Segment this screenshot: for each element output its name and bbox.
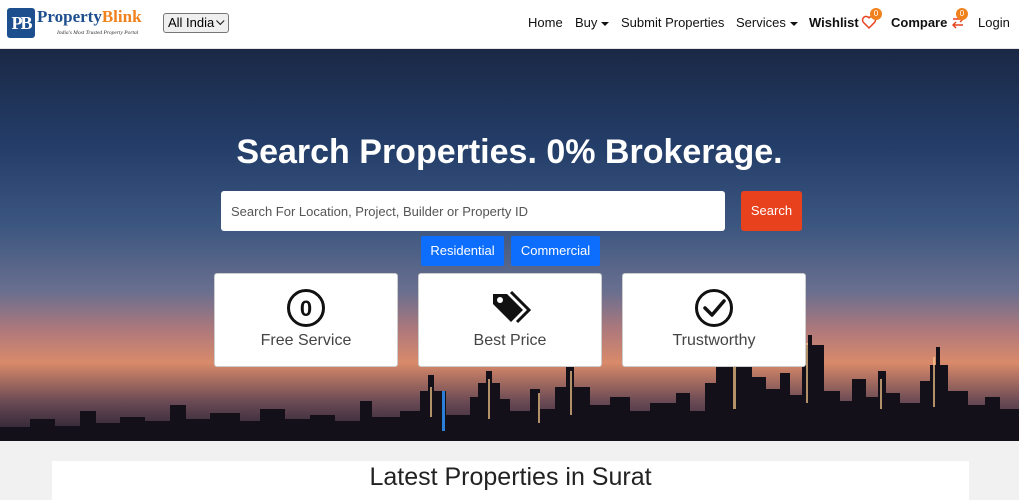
zero-icon-text: 0 [300,296,312,321]
nav-compare[interactable]: Compare [891,0,947,49]
feature-card-trustworthy: Trustworthy [622,273,806,367]
feature-card-best-price: Best Price [418,273,602,367]
price-tag-icon [493,290,531,324]
logo-mark: PB [7,8,35,38]
nav-submit-properties[interactable]: Submit Properties [621,0,724,49]
residential-button[interactable]: Residential [421,236,504,266]
commercial-button[interactable]: Commercial [511,236,600,266]
feature-card-free-service: 0 Free Service [214,273,398,367]
nav-wishlist[interactable]: Wishlist [809,0,859,49]
hero-title: Search Properties. 0% Brokerage. [236,133,783,171]
nav-home[interactable]: Home [528,0,563,49]
compare-count-badge: 0 [956,8,968,20]
nav-services-label: Services [736,15,786,30]
section-title: Latest Properties in Surat [369,463,652,491]
top-navbar: PB PropertyBlink India's Most Trusted Pr… [0,0,1019,49]
check-circle-icon [695,289,733,327]
brand-logo[interactable]: PB PropertyBlink India's Most Trusted Pr… [7,6,152,42]
nav-buy-label: Buy [575,15,598,30]
nav-buy[interactable]: Buy [575,0,610,49]
caret-down-icon [789,21,798,26]
latest-properties-section: Latest Properties in Surat [52,461,969,500]
search-placeholder: Search For Location, Project, Builder or… [231,203,528,219]
feature-label: Trustworthy [672,332,756,349]
feature-label: Free Service [260,332,352,349]
search-button[interactable]: Search [741,191,802,231]
logo-name-part1: Property [37,7,102,26]
nav-login[interactable]: Login [978,0,1010,49]
chevron-down-icon [216,16,225,26]
nav-services[interactable]: Services [736,0,798,49]
logo-name-part2: Blink [101,7,142,26]
search-input[interactable]: Search For Location, Project, Builder or… [221,191,725,231]
feature-label: Best Price [473,332,547,349]
zero-circle-icon: 0 [287,289,325,327]
region-select[interactable]: All India [163,13,230,33]
hero-banner: Search Properties. 0% Brokerage. Search … [0,49,1019,441]
logo-tagline: India's Most Trusted Property Portal [57,30,139,36]
logo-name: PropertyBlink [37,7,142,27]
region-select-value: All India [168,15,215,30]
caret-down-icon [601,21,610,26]
wishlist-count-badge: 0 [870,8,882,20]
